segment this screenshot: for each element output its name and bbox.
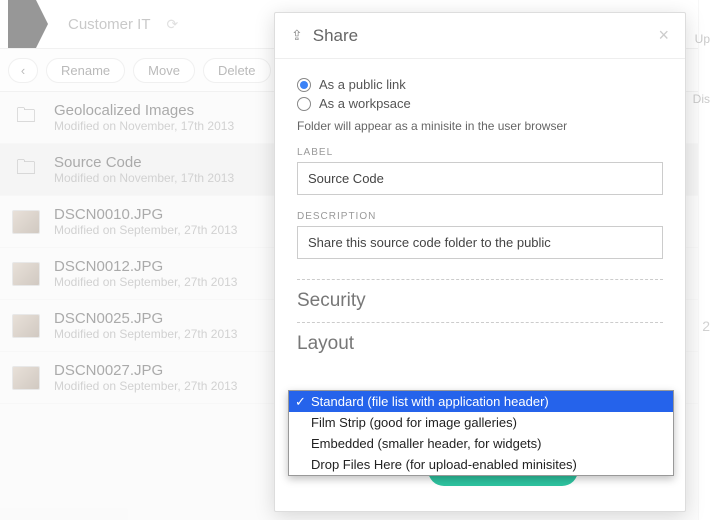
dialog-title: Share <box>313 26 649 46</box>
security-section-title: Security <box>297 290 663 312</box>
close-icon[interactable]: × <box>658 25 669 46</box>
radio-icon <box>297 97 311 111</box>
share-icon: ⇪ <box>291 27 303 44</box>
radio-public-link[interactable]: As a public link <box>297 77 663 92</box>
label-input[interactable] <box>297 162 663 195</box>
dropdown-option[interactable]: Embedded (smaller header, for widgets) <box>289 433 673 454</box>
field-label: LABEL <box>297 147 663 158</box>
radio-label: As a public link <box>319 77 406 92</box>
divider <box>297 322 663 323</box>
radio-icon <box>297 78 311 92</box>
radio-label: As a workpsace <box>319 96 411 111</box>
dropdown-option[interactable]: Standard (file list with application hea… <box>289 391 673 412</box>
field-label: DESCRIPTION <box>297 211 663 222</box>
dropdown-option[interactable]: Drop Files Here (for upload-enabled mini… <box>289 454 673 475</box>
radio-workspace[interactable]: As a workpsace <box>297 96 663 111</box>
share-hint: Folder will appear as a minisite in the … <box>297 119 663 133</box>
divider <box>297 279 663 280</box>
dropdown-option[interactable]: Film Strip (good for image galleries) <box>289 412 673 433</box>
layout-section-title: Layout <box>297 333 663 355</box>
description-input[interactable] <box>297 226 663 259</box>
layout-dropdown[interactable]: Standard (file list with application hea… <box>288 390 674 476</box>
